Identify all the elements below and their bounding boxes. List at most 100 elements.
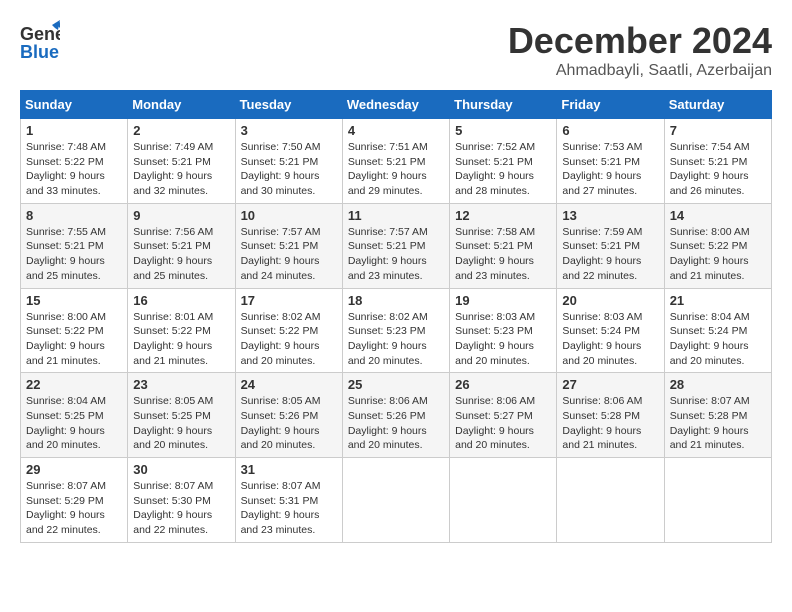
calendar-cell: 11 Sunrise: 7:57 AM Sunset: 5:21 PM Dayl… <box>342 203 449 288</box>
weekday-monday: Monday <box>128 91 235 119</box>
day-number: 15 <box>26 293 122 308</box>
day-info: Sunrise: 8:05 AM Sunset: 5:26 PM Dayligh… <box>241 394 337 453</box>
day-number: 28 <box>670 377 766 392</box>
day-info: Sunrise: 7:49 AM Sunset: 5:21 PM Dayligh… <box>133 140 229 199</box>
day-number: 6 <box>562 123 658 138</box>
calendar-cell: 21 Sunrise: 8:04 AM Sunset: 5:24 PM Dayl… <box>664 288 771 373</box>
weekday-friday: Friday <box>557 91 664 119</box>
day-info: Sunrise: 8:00 AM Sunset: 5:22 PM Dayligh… <box>670 225 766 284</box>
day-number: 19 <box>455 293 551 308</box>
day-number: 16 <box>133 293 229 308</box>
weekday-wednesday: Wednesday <box>342 91 449 119</box>
day-info: Sunrise: 7:59 AM Sunset: 5:21 PM Dayligh… <box>562 225 658 284</box>
day-number: 8 <box>26 208 122 223</box>
calendar-cell: 8 Sunrise: 7:55 AM Sunset: 5:21 PM Dayli… <box>21 203 128 288</box>
day-info: Sunrise: 8:03 AM Sunset: 5:24 PM Dayligh… <box>562 310 658 369</box>
calendar-cell: 31 Sunrise: 8:07 AM Sunset: 5:31 PM Dayl… <box>235 458 342 543</box>
calendar-cell: 24 Sunrise: 8:05 AM Sunset: 5:26 PM Dayl… <box>235 373 342 458</box>
day-info: Sunrise: 8:03 AM Sunset: 5:23 PM Dayligh… <box>455 310 551 369</box>
day-info: Sunrise: 7:57 AM Sunset: 5:21 PM Dayligh… <box>348 225 444 284</box>
title-section: December 2024 Ahmadbayli, Saatli, Azerba… <box>508 20 772 80</box>
week-row-2: 8 Sunrise: 7:55 AM Sunset: 5:21 PM Dayli… <box>21 203 772 288</box>
weekday-thursday: Thursday <box>450 91 557 119</box>
day-number: 14 <box>670 208 766 223</box>
calendar-cell: 9 Sunrise: 7:56 AM Sunset: 5:21 PM Dayli… <box>128 203 235 288</box>
day-info: Sunrise: 7:54 AM Sunset: 5:21 PM Dayligh… <box>670 140 766 199</box>
week-row-1: 1 Sunrise: 7:48 AM Sunset: 5:22 PM Dayli… <box>21 119 772 204</box>
logo: General Blue <box>20 20 60 70</box>
day-number: 27 <box>562 377 658 392</box>
week-row-3: 15 Sunrise: 8:00 AM Sunset: 5:22 PM Dayl… <box>21 288 772 373</box>
calendar-cell: 16 Sunrise: 8:01 AM Sunset: 5:22 PM Dayl… <box>128 288 235 373</box>
day-info: Sunrise: 8:05 AM Sunset: 5:25 PM Dayligh… <box>133 394 229 453</box>
calendar-cell <box>450 458 557 543</box>
calendar-cell: 22 Sunrise: 8:04 AM Sunset: 5:25 PM Dayl… <box>21 373 128 458</box>
day-info: Sunrise: 8:06 AM Sunset: 5:28 PM Dayligh… <box>562 394 658 453</box>
location-title: Ahmadbayli, Saatli, Azerbaijan <box>508 62 772 80</box>
calendar-cell: 18 Sunrise: 8:02 AM Sunset: 5:23 PM Dayl… <box>342 288 449 373</box>
day-info: Sunrise: 8:06 AM Sunset: 5:26 PM Dayligh… <box>348 394 444 453</box>
day-info: Sunrise: 7:48 AM Sunset: 5:22 PM Dayligh… <box>26 140 122 199</box>
calendar-cell <box>342 458 449 543</box>
day-number: 9 <box>133 208 229 223</box>
calendar-cell: 19 Sunrise: 8:03 AM Sunset: 5:23 PM Dayl… <box>450 288 557 373</box>
day-number: 3 <box>241 123 337 138</box>
calendar-cell: 6 Sunrise: 7:53 AM Sunset: 5:21 PM Dayli… <box>557 119 664 204</box>
week-row-4: 22 Sunrise: 8:04 AM Sunset: 5:25 PM Dayl… <box>21 373 772 458</box>
day-number: 29 <box>26 462 122 477</box>
day-number: 12 <box>455 208 551 223</box>
day-info: Sunrise: 8:06 AM Sunset: 5:27 PM Dayligh… <box>455 394 551 453</box>
calendar-cell: 13 Sunrise: 7:59 AM Sunset: 5:21 PM Dayl… <box>557 203 664 288</box>
calendar-cell <box>557 458 664 543</box>
calendar-cell: 3 Sunrise: 7:50 AM Sunset: 5:21 PM Dayli… <box>235 119 342 204</box>
day-info: Sunrise: 7:51 AM Sunset: 5:21 PM Dayligh… <box>348 140 444 199</box>
calendar-cell: 30 Sunrise: 8:07 AM Sunset: 5:30 PM Dayl… <box>128 458 235 543</box>
weekday-saturday: Saturday <box>664 91 771 119</box>
day-info: Sunrise: 7:57 AM Sunset: 5:21 PM Dayligh… <box>241 225 337 284</box>
page-header: General Blue December 2024 Ahmadbayli, S… <box>20 20 772 80</box>
day-number: 4 <box>348 123 444 138</box>
calendar-cell: 28 Sunrise: 8:07 AM Sunset: 5:28 PM Dayl… <box>664 373 771 458</box>
calendar-cell: 12 Sunrise: 7:58 AM Sunset: 5:21 PM Dayl… <box>450 203 557 288</box>
day-number: 18 <box>348 293 444 308</box>
day-number: 31 <box>241 462 337 477</box>
calendar-cell: 7 Sunrise: 7:54 AM Sunset: 5:21 PM Dayli… <box>664 119 771 204</box>
weekday-header-row: SundayMondayTuesdayWednesdayThursdayFrid… <box>21 91 772 119</box>
calendar-cell: 10 Sunrise: 7:57 AM Sunset: 5:21 PM Dayl… <box>235 203 342 288</box>
day-info: Sunrise: 8:04 AM Sunset: 5:24 PM Dayligh… <box>670 310 766 369</box>
day-info: Sunrise: 7:50 AM Sunset: 5:21 PM Dayligh… <box>241 140 337 199</box>
day-number: 20 <box>562 293 658 308</box>
calendar-cell: 1 Sunrise: 7:48 AM Sunset: 5:22 PM Dayli… <box>21 119 128 204</box>
day-number: 24 <box>241 377 337 392</box>
calendar-cell: 15 Sunrise: 8:00 AM Sunset: 5:22 PM Dayl… <box>21 288 128 373</box>
calendar-cell: 20 Sunrise: 8:03 AM Sunset: 5:24 PM Dayl… <box>557 288 664 373</box>
calendar-cell: 29 Sunrise: 8:07 AM Sunset: 5:29 PM Dayl… <box>21 458 128 543</box>
weekday-sunday: Sunday <box>21 91 128 119</box>
day-info: Sunrise: 8:04 AM Sunset: 5:25 PM Dayligh… <box>26 394 122 453</box>
calendar-table: SundayMondayTuesdayWednesdayThursdayFrid… <box>20 90 772 543</box>
day-info: Sunrise: 8:02 AM Sunset: 5:22 PM Dayligh… <box>241 310 337 369</box>
day-number: 5 <box>455 123 551 138</box>
calendar-cell: 26 Sunrise: 8:06 AM Sunset: 5:27 PM Dayl… <box>450 373 557 458</box>
calendar-cell: 27 Sunrise: 8:06 AM Sunset: 5:28 PM Dayl… <box>557 373 664 458</box>
day-number: 7 <box>670 123 766 138</box>
day-number: 1 <box>26 123 122 138</box>
day-info: Sunrise: 7:55 AM Sunset: 5:21 PM Dayligh… <box>26 225 122 284</box>
day-info: Sunrise: 8:07 AM Sunset: 5:28 PM Dayligh… <box>670 394 766 453</box>
day-number: 11 <box>348 208 444 223</box>
week-row-5: 29 Sunrise: 8:07 AM Sunset: 5:29 PM Dayl… <box>21 458 772 543</box>
weekday-tuesday: Tuesday <box>235 91 342 119</box>
day-info: Sunrise: 8:02 AM Sunset: 5:23 PM Dayligh… <box>348 310 444 369</box>
day-number: 26 <box>455 377 551 392</box>
day-number: 30 <box>133 462 229 477</box>
calendar-cell <box>664 458 771 543</box>
day-info: Sunrise: 7:58 AM Sunset: 5:21 PM Dayligh… <box>455 225 551 284</box>
day-number: 25 <box>348 377 444 392</box>
day-number: 23 <box>133 377 229 392</box>
calendar-cell: 4 Sunrise: 7:51 AM Sunset: 5:21 PM Dayli… <box>342 119 449 204</box>
day-info: Sunrise: 7:56 AM Sunset: 5:21 PM Dayligh… <box>133 225 229 284</box>
calendar-cell: 5 Sunrise: 7:52 AM Sunset: 5:21 PM Dayli… <box>450 119 557 204</box>
calendar-cell: 25 Sunrise: 8:06 AM Sunset: 5:26 PM Dayl… <box>342 373 449 458</box>
day-info: Sunrise: 7:53 AM Sunset: 5:21 PM Dayligh… <box>562 140 658 199</box>
calendar-cell: 14 Sunrise: 8:00 AM Sunset: 5:22 PM Dayl… <box>664 203 771 288</box>
